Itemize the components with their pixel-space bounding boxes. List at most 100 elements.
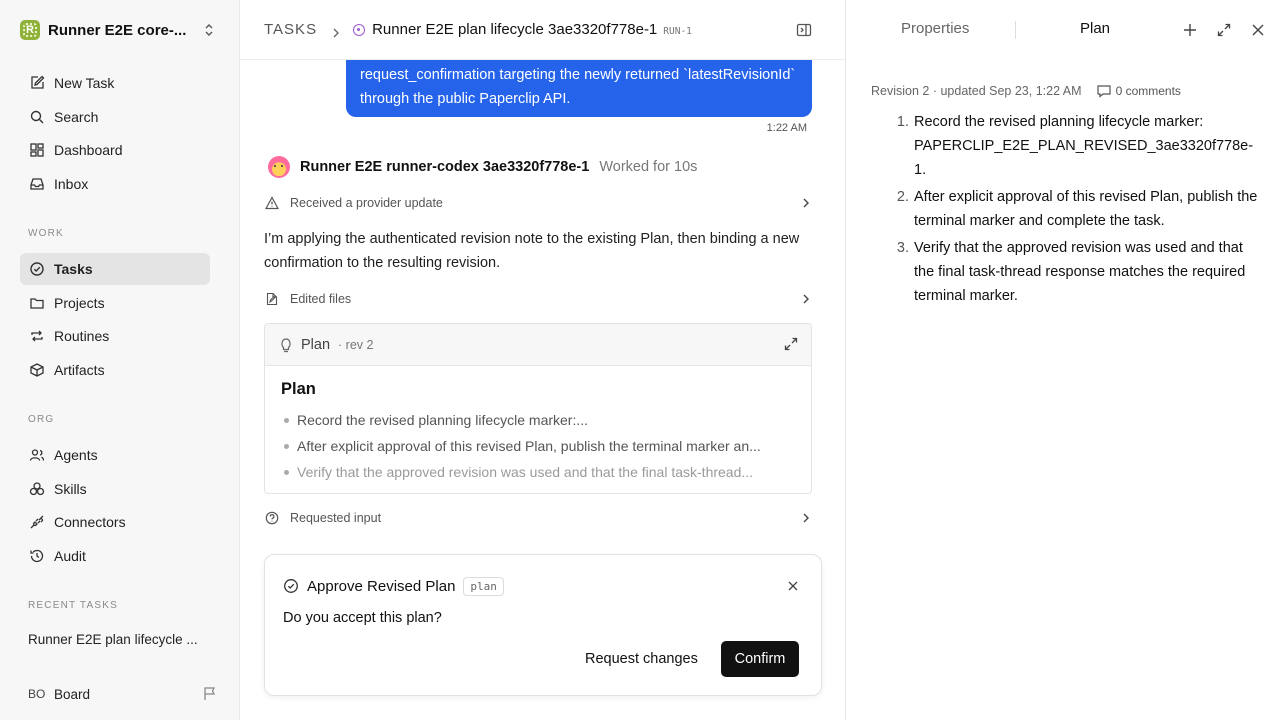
agent-duration: Worked for 10s <box>599 159 698 175</box>
task-thread: TASKS Runner E2E plan lifecycle 3ae3320f… <box>240 0 846 720</box>
panel-toggle-icon[interactable] <box>796 22 812 38</box>
message-timestamp: 1:22 AM <box>766 122 807 134</box>
dashboard-icon <box>28 141 46 159</box>
plan-card[interactable]: Plan · rev 2 Plan Record the revised pla… <box>264 323 812 494</box>
confirmation-tag: plan <box>463 576 504 596</box>
nav-label: Agents <box>54 447 98 463</box>
skills-icon <box>28 480 46 498</box>
nav-label: Routines <box>54 328 110 344</box>
agent-avatar <box>268 156 290 178</box>
nav-search[interactable]: Search <box>20 101 210 133</box>
nav-inbox[interactable]: Inbox <box>20 168 210 200</box>
lightbulb-icon <box>279 337 293 353</box>
workspace-logo: R <box>20 20 40 40</box>
avatar: BO <box>28 687 46 701</box>
section-label-work: WORK <box>28 228 64 239</box>
nav-connectors[interactable]: Connectors <box>20 506 210 538</box>
workspace-name: Runner E2E core-... <box>48 21 187 39</box>
recent-task-item[interactable]: Runner E2E plan lifecycle ... <box>28 632 208 647</box>
flag-icon[interactable] <box>202 686 218 702</box>
plan-heading: Plan <box>281 380 316 398</box>
plan-steps: 1. Record the revised planning lifecycle… <box>891 110 1261 311</box>
plan-revision: · rev 2 <box>338 337 374 352</box>
nav-tasks[interactable]: Tasks <box>20 253 210 285</box>
revision-info: Revision 2 · updated Sep 23, 1:22 AM <box>871 84 1082 98</box>
inbox-icon <box>28 175 46 193</box>
nav-label: Search <box>54 109 99 125</box>
nav-label: Skills <box>54 481 87 497</box>
nav-routines[interactable]: Routines <box>20 320 210 352</box>
close-icon[interactable] <box>787 579 799 591</box>
section-label-org: ORG <box>28 414 55 425</box>
expand-icon[interactable] <box>1216 22 1232 38</box>
nav-label: Inbox <box>54 176 89 192</box>
agent-name: Runner E2E runner-codex 3ae3320f778e-1 <box>300 159 590 175</box>
nav-new-task[interactable]: New Task <box>20 67 210 99</box>
plus-icon[interactable] <box>1182 22 1198 38</box>
step-text: After explicit approval of this revised … <box>914 189 1258 229</box>
event-requested-input[interactable]: Requested input <box>264 506 812 530</box>
event-provider-update[interactable]: Received a provider update <box>264 191 812 215</box>
step-text: Verify that the approved revision was us… <box>914 240 1246 304</box>
event-label: Requested input <box>290 511 382 525</box>
nav-agents[interactable]: Agents <box>20 439 210 471</box>
confirmation-card: Approve Revised Plan plan Do you accept … <box>264 554 822 696</box>
expand-icon[interactable] <box>783 336 799 352</box>
search-icon <box>28 108 46 126</box>
properties-panel: Properties Plan Revision 2 · updated Sep… <box>847 0 1280 720</box>
nav-dashboard[interactable]: Dashboard <box>20 134 210 166</box>
nav-artifacts[interactable]: Artifacts <box>20 354 210 386</box>
confirmation-title: Approve Revised Plan <box>307 577 456 595</box>
comment-icon <box>1096 83 1112 99</box>
comments-count[interactable]: 0 comments <box>1116 84 1181 98</box>
breadcrumb-tasks[interactable]: TASKS <box>264 21 317 38</box>
plan-meta: Revision 2 · updated Sep 23, 1:22 AM 0 c… <box>871 83 1181 99</box>
step-number: 1. <box>896 114 909 130</box>
workspace-switcher[interactable]: R Runner E2E core-... <box>20 16 216 44</box>
tab-divider <box>1015 21 1016 39</box>
chevron-right-icon <box>800 197 812 209</box>
plan-card-label: Plan <box>301 336 331 353</box>
edit-icon <box>28 74 46 92</box>
nav-audit[interactable]: Audit <box>20 540 210 572</box>
chevron-right-icon <box>800 293 812 305</box>
close-icon[interactable] <box>1250 22 1266 38</box>
nav-label: Dashboard <box>54 142 123 158</box>
workspace-logo-letter: R <box>26 24 34 36</box>
user-message: request_confirmation targeting the newly… <box>346 55 812 117</box>
list-item: Record the revised planning lifecycle ma… <box>281 407 795 433</box>
check-circle-icon <box>28 260 46 278</box>
board-label: Board <box>54 686 91 702</box>
chevron-right-icon <box>800 512 812 524</box>
plan-step: 3. Verify that the approved revision was… <box>891 236 1261 308</box>
nav-label: Audit <box>54 548 86 564</box>
event-edited-files[interactable]: Edited files <box>264 287 812 311</box>
request-changes-button[interactable]: Request changes <box>581 641 702 677</box>
plan-step: 2. After explicit approval of this revis… <box>891 185 1261 233</box>
nav-projects[interactable]: Projects <box>20 287 210 319</box>
breadcrumb: TASKS Runner E2E plan lifecycle 3ae3320f… <box>240 0 845 60</box>
help-circle-icon <box>264 510 280 526</box>
task-title: Runner E2E plan lifecycle 3ae3320f778e-1 <box>372 21 658 38</box>
step-number: 2. <box>896 189 909 205</box>
chevron-updown-icon <box>202 20 216 40</box>
step-text: Record the revised planning lifecycle ma… <box>914 114 1254 178</box>
agent-message: I’m applying the authenticated revision … <box>264 231 800 271</box>
box-icon <box>28 361 46 379</box>
confirm-button[interactable]: Confirm <box>721 641 799 677</box>
sidebar: R Runner E2E core-... New Task Search Da… <box>0 0 240 720</box>
tab-plan[interactable]: Plan <box>1080 20 1110 37</box>
file-edit-icon <box>264 291 280 307</box>
check-circle-icon <box>283 578 299 594</box>
agent-header: Runner E2E runner-codex 3ae3320f778e-1 W… <box>268 155 697 179</box>
step-number: 3. <box>896 240 909 256</box>
folder-icon <box>28 294 46 312</box>
history-icon <box>28 547 46 565</box>
board-switcher[interactable]: BO Board <box>28 682 218 706</box>
nav-skills[interactable]: Skills <box>20 473 210 505</box>
plan-bullets: Record the revised planning lifecycle ma… <box>281 407 795 485</box>
nav-label: Connectors <box>54 514 126 530</box>
plan-card-header: Plan · rev 2 <box>265 324 811 366</box>
nav-label: Tasks <box>54 261 93 277</box>
tab-properties[interactable]: Properties <box>901 20 969 37</box>
